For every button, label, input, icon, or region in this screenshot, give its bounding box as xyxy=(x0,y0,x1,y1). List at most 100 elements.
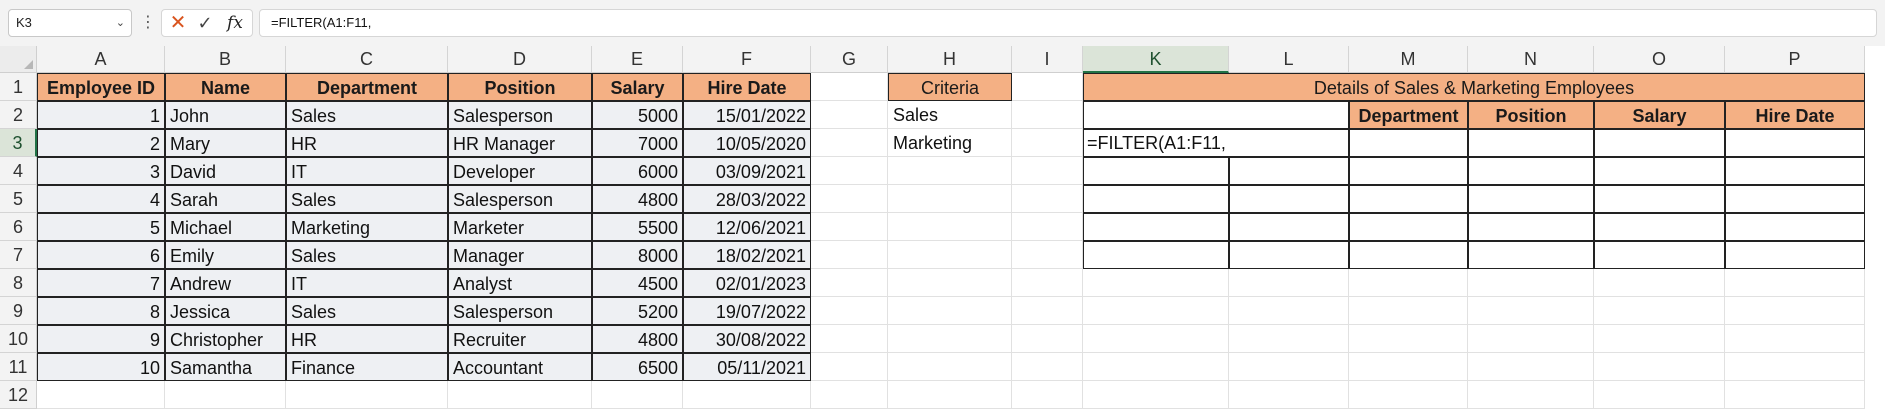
grid-cell[interactable] xyxy=(888,241,1012,269)
table-cell[interactable]: 6500 xyxy=(592,353,683,381)
table-cell[interactable]: 5500 xyxy=(592,213,683,241)
grid-cell[interactable] xyxy=(811,269,888,297)
chevron-down-icon[interactable]: ⌄ xyxy=(116,10,125,36)
table-cell[interactable]: Sales xyxy=(286,297,448,325)
grid-cell[interactable] xyxy=(1594,269,1725,297)
table-cell[interactable]: Samantha xyxy=(165,353,286,381)
grid-cell[interactable] xyxy=(1012,185,1083,213)
grid-cell[interactable] xyxy=(1349,381,1468,409)
output-cell[interactable] xyxy=(1468,185,1594,213)
output-cell[interactable] xyxy=(1229,213,1349,241)
grid-cell[interactable] xyxy=(1594,353,1725,381)
table-cell[interactable]: 19/07/2022 xyxy=(683,297,811,325)
grid-cell[interactable] xyxy=(1229,297,1349,325)
column-header-b[interactable]: B xyxy=(165,46,286,73)
table-cell[interactable]: 12/06/2021 xyxy=(683,213,811,241)
output-cell[interactable] xyxy=(1594,157,1725,185)
criteria-value[interactable]: Sales xyxy=(888,101,1012,129)
grid-cell[interactable] xyxy=(1083,325,1229,353)
output-cell[interactable] xyxy=(1468,213,1594,241)
row-header-8[interactable]: 8 xyxy=(0,269,37,297)
grid-cell[interactable] xyxy=(1083,381,1229,409)
column-header-p[interactable]: P xyxy=(1725,46,1865,73)
grid-cell[interactable] xyxy=(683,381,811,409)
grid-cell[interactable] xyxy=(811,101,888,129)
output-cell[interactable] xyxy=(1083,185,1229,213)
grid-cell[interactable] xyxy=(888,157,1012,185)
table-cell[interactable]: Sales xyxy=(286,185,448,213)
output-cell[interactable] xyxy=(1594,241,1725,269)
grid-cell[interactable] xyxy=(1229,269,1349,297)
table-cell[interactable]: HR Manager xyxy=(448,129,592,157)
grid-cell[interactable] xyxy=(1349,297,1468,325)
grid-cell[interactable] xyxy=(1468,353,1594,381)
output-cell[interactable] xyxy=(1725,185,1865,213)
table-cell[interactable]: Jessica xyxy=(165,297,286,325)
grid-cell[interactable] xyxy=(888,353,1012,381)
table-cell[interactable]: 6 xyxy=(37,241,165,269)
table-cell[interactable]: IT xyxy=(286,269,448,297)
output-header-cell[interactable]: Department xyxy=(1349,101,1468,129)
grid-cell[interactable] xyxy=(1012,297,1083,325)
grid-cell[interactable] xyxy=(1229,353,1349,381)
grid-cell[interactable] xyxy=(1012,157,1083,185)
column-header-e[interactable]: E xyxy=(592,46,683,73)
output-header-cell[interactable]: Hire Date xyxy=(1725,101,1865,129)
grid-cell[interactable] xyxy=(1468,325,1594,353)
table-cell[interactable]: 9 xyxy=(37,325,165,353)
table-cell[interactable]: IT xyxy=(286,157,448,185)
grid-cell[interactable] xyxy=(811,73,888,101)
grid-cell[interactable] xyxy=(1012,381,1083,409)
grid-cell[interactable] xyxy=(1083,269,1229,297)
table-cell[interactable]: 28/03/2022 xyxy=(683,185,811,213)
table-cell[interactable]: 6000 xyxy=(592,157,683,185)
grid-cell[interactable] xyxy=(1468,381,1594,409)
table-cell[interactable]: HR xyxy=(286,325,448,353)
table-cell[interactable]: 5200 xyxy=(592,297,683,325)
output-cell[interactable] xyxy=(1349,241,1468,269)
grid-cell[interactable] xyxy=(811,353,888,381)
output-cell[interactable] xyxy=(1468,241,1594,269)
grid-cell[interactable] xyxy=(811,297,888,325)
table-cell[interactable]: 15/01/2022 xyxy=(683,101,811,129)
table-cell[interactable]: 1 xyxy=(37,101,165,129)
column-header-i[interactable]: I xyxy=(1012,46,1083,73)
table-cell[interactable]: 4800 xyxy=(592,325,683,353)
active-cell-formula[interactable]: =FILTER(A1:F11, xyxy=(1085,129,1285,157)
column-header-f[interactable]: F xyxy=(683,46,811,73)
output-cell[interactable] xyxy=(1594,129,1725,157)
grid-cell[interactable] xyxy=(811,213,888,241)
table-cell[interactable]: 10/05/2020 xyxy=(683,129,811,157)
table-cell[interactable]: Andrew xyxy=(165,269,286,297)
grid-cell[interactable] xyxy=(1083,297,1229,325)
table-cell[interactable]: Salesperson xyxy=(448,185,592,213)
grid-cell[interactable] xyxy=(888,297,1012,325)
table-cell[interactable]: Emily xyxy=(165,241,286,269)
grid-cell[interactable] xyxy=(1012,101,1083,129)
table-cell[interactable]: Recruiter xyxy=(448,325,592,353)
table-cell[interactable]: Mary xyxy=(165,129,286,157)
row-header-1[interactable]: 1 xyxy=(0,73,37,101)
grid-cell[interactable] xyxy=(1229,325,1349,353)
grid-cell[interactable] xyxy=(448,381,592,409)
table-cell[interactable]: 4500 xyxy=(592,269,683,297)
output-cell[interactable] xyxy=(1594,213,1725,241)
output-cell[interactable] xyxy=(1468,129,1594,157)
column-header-a[interactable]: A xyxy=(37,46,165,73)
table-header-cell[interactable]: Salary xyxy=(592,73,683,101)
table-cell[interactable]: 05/11/2021 xyxy=(683,353,811,381)
grid-cell[interactable] xyxy=(1012,325,1083,353)
grid-cell[interactable] xyxy=(811,325,888,353)
grid-cell[interactable] xyxy=(37,381,165,409)
output-cell[interactable] xyxy=(1083,213,1229,241)
grid-cell[interactable] xyxy=(1594,381,1725,409)
grid-cell[interactable] xyxy=(888,325,1012,353)
row-header-12[interactable]: 12 xyxy=(0,381,37,409)
grid-cell[interactable] xyxy=(1594,325,1725,353)
grid-cell[interactable] xyxy=(1012,129,1083,157)
table-cell[interactable]: Analyst xyxy=(448,269,592,297)
grid-cell[interactable] xyxy=(888,381,1012,409)
check-icon[interactable]: ✓ xyxy=(193,10,217,36)
grid-cell[interactable] xyxy=(1012,269,1083,297)
grid-cell[interactable] xyxy=(165,381,286,409)
